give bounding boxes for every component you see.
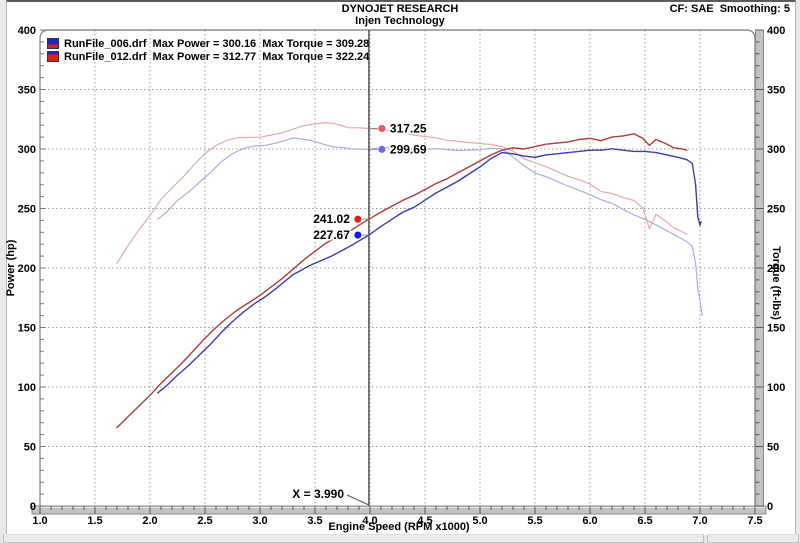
- legend-max-torque: Max Torque = 309.28: [262, 38, 369, 50]
- status-panel-right: [707, 534, 799, 543]
- status-bar: [0, 534, 800, 543]
- torque-axis-title: Torque (ft-lbs): [770, 246, 782, 320]
- status-panel-left: [3, 534, 704, 543]
- rpm-axis-title: Engine Speed (RPM x1000): [40, 521, 758, 533]
- dynojet-window: DYNOJET RESEARCH Injen Technology CF: SA…: [0, 0, 800, 543]
- legend-max-power: Max Power = 300.16: [153, 38, 257, 50]
- legend: RunFile_006.drf Max Power = 300.16 Max T…: [47, 37, 375, 63]
- legend-max-torque: Max Torque = 322.24: [262, 51, 369, 63]
- correction-smoothing-label: CF: SAE Smoothing: 5: [670, 3, 790, 15]
- page-subtitle: Injen Technology: [0, 15, 800, 27]
- run006-color-swatch-icon: [47, 38, 59, 49]
- legend-file-name: RunFile_006.drf: [64, 38, 147, 50]
- legend-file-name: RunFile_012.drf: [64, 51, 147, 63]
- power-axis-title: Power (hp): [5, 240, 17, 297]
- run012-color-swatch-icon: [47, 51, 59, 62]
- legend-item-run006[interactable]: RunFile_006.drf Max Power = 300.16 Max T…: [47, 37, 375, 50]
- legend-max-power: Max Power = 312.77: [153, 51, 257, 63]
- legend-item-run012[interactable]: RunFile_012.drf Max Power = 312.77 Max T…: [47, 50, 375, 63]
- chart-panel: [6, 0, 796, 535]
